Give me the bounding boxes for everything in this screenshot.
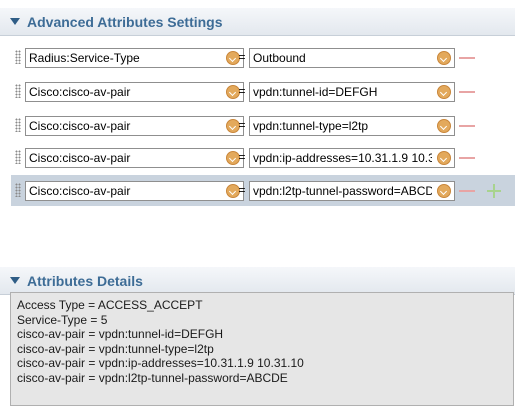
details-line: cisco-av-pair = vpdn:ip-addresses=10.31.…: [17, 356, 304, 371]
attribute-row-tunnel-type: Cisco:cisco-av-pair = vpdn:tunnel-type=l…: [11, 112, 515, 139]
attribute-name-select[interactable]: Cisco:cisco-av-pair: [25, 148, 244, 168]
dropdown-arrow-icon[interactable]: [437, 184, 451, 198]
drag-handle-icon[interactable]: [15, 183, 21, 197]
attribute-value-select[interactable]: Outbound: [249, 48, 455, 68]
operator-label: =: [238, 84, 246, 98]
dropdown-arrow-icon[interactable]: [437, 85, 451, 99]
drag-handle-icon[interactable]: [15, 118, 21, 132]
add-row-plus-icon[interactable]: [487, 184, 501, 198]
operator-label: =: [238, 118, 246, 132]
attributes-details-header[interactable]: Attributes Details: [0, 267, 515, 295]
collapse-arrow-icon[interactable]: [10, 18, 20, 25]
details-line: Service-Type = 5: [17, 312, 108, 327]
operator-label: =: [238, 50, 246, 64]
remove-row-minus-icon[interactable]: [459, 91, 475, 93]
details-line: Access Type = ACCESS_ACCEPT: [17, 298, 203, 312]
details-line: cisco-av-pair = vpdn:tunnel-id=DEFGH: [17, 327, 224, 342]
advanced-attributes-header[interactable]: Advanced Attributes Settings: [0, 8, 515, 36]
attribute-name-select[interactable]: Cisco:cisco-av-pair: [25, 181, 244, 201]
attribute-row-service-type: Radius:Service-Type = Outbound: [11, 44, 515, 71]
advanced-attributes-title: Advanced Attributes Settings: [27, 14, 223, 30]
details-line: cisco-av-pair = vpdn:l2tp-tunnel-passwor…: [17, 370, 288, 385]
attribute-name-select[interactable]: Radius:Service-Type: [25, 48, 244, 68]
attribute-value-select[interactable]: vpdn:tunnel-type=l2tp: [249, 116, 455, 136]
drag-handle-icon[interactable]: [15, 150, 21, 164]
collapse-arrow-icon[interactable]: [10, 277, 20, 284]
attribute-name-select[interactable]: Cisco:cisco-av-pair: [25, 82, 244, 102]
attribute-value-select[interactable]: vpdn:l2tp-tunnel-password=ABCD: [249, 181, 455, 201]
remove-row-minus-icon[interactable]: [459, 157, 475, 159]
details-line: cisco-av-pair = vpdn:tunnel-type=l2tp: [17, 341, 214, 356]
attribute-row-ip-addresses: Cisco:cisco-av-pair = vpdn:ip-addresses=…: [11, 144, 515, 171]
remove-row-minus-icon[interactable]: [459, 125, 475, 127]
attributes-details-title: Attributes Details: [27, 273, 143, 289]
attribute-value-select[interactable]: vpdn:ip-addresses=10.31.1.9 10.3: [249, 148, 455, 168]
dropdown-arrow-icon[interactable]: [437, 51, 451, 65]
attribute-row-tunnel-password[interactable]: Cisco:cisco-av-pair = vpdn:l2tp-tunnel-p…: [11, 175, 515, 206]
operator-label: =: [238, 150, 246, 164]
attribute-row-tunnel-id: Cisco:cisco-av-pair = vpdn:tunnel-id=DEF…: [11, 78, 515, 105]
operator-label: =: [238, 183, 246, 197]
attribute-name-select[interactable]: Cisco:cisco-av-pair: [25, 116, 244, 136]
attribute-value-select[interactable]: vpdn:tunnel-id=DEFGH: [249, 82, 455, 102]
remove-row-minus-icon[interactable]: [459, 57, 475, 59]
drag-handle-icon[interactable]: [15, 84, 21, 98]
dropdown-arrow-icon[interactable]: [437, 119, 451, 133]
drag-handle-icon[interactable]: [15, 50, 21, 64]
attributes-details-box: Access Type = ACCESS_ACCEPT Service-Type…: [10, 292, 514, 406]
dropdown-arrow-icon[interactable]: [437, 151, 451, 165]
remove-row-minus-icon[interactable]: [459, 190, 475, 192]
